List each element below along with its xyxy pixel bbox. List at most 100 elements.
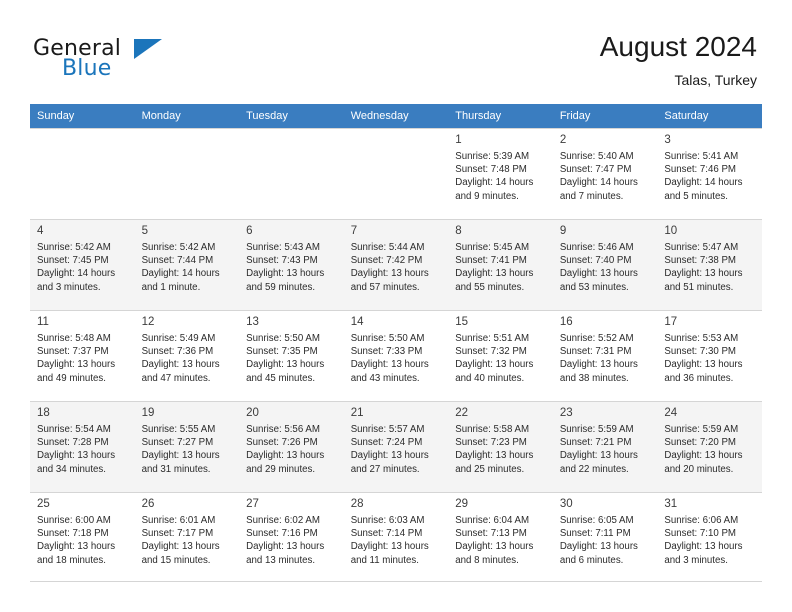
sunrise-text: Sunrise: 5:42 AM	[141, 242, 216, 253]
calendar-day-cell[interactable]: 29 Sunrise: 6:04 AM Sunset: 7:13 PM Dayligh…	[448, 492, 553, 583]
daylight-text-line1: Daylight: 14 hours	[141, 268, 220, 280]
daylight-text-line1: Daylight: 14 hours	[559, 177, 638, 189]
calendar-day-cell[interactable]: 14 Sunrise: 5:50 AM Sunset: 7:33 PM Dayligh…	[343, 310, 449, 401]
calendar-day-cell[interactable]: 27 Sunrise: 6:02 AM Sunset: 7:16 PM Dayligh…	[239, 492, 344, 583]
day-cell-inner: 27 Sunrise: 6:02 AM Sunset: 7:16 PM Dayligh…	[239, 492, 344, 583]
calendar-day-cell[interactable]: 1 Sunrise: 5:39 AM Sunset: 7:48 PM Daylight…	[448, 128, 553, 219]
day-details: Sunrise: 5:42 AM Sunset: 7:44 PM Daylight:…	[135, 240, 240, 294]
calendar-day-cell[interactable]: 12 Sunrise: 5:49 AM Sunset: 7:36 PM Dayligh…	[134, 310, 240, 401]
day-cell-inner: 1 Sunrise: 5:39 AM Sunset: 7:48 PM Daylight…	[448, 128, 553, 219]
day-cell-inner	[134, 128, 240, 219]
calendar-day-cell[interactable]: 7 Sunrise: 5:44 AM Sunset: 7:42 PM Daylight…	[343, 219, 449, 310]
calendar-day-cell[interactable]: 3 Sunrise: 5:41 AM Sunset: 7:46 PM Daylight…	[657, 128, 762, 219]
calendar-day-cell[interactable]: 5 Sunrise: 5:42 AM Sunset: 7:44 PM Daylight…	[134, 219, 240, 310]
calendar-day-cell[interactable]: 13 Sunrise: 5:50 AM Sunset: 7:35 PM Dayligh…	[239, 310, 344, 401]
sunset-text: Sunset: 7:31 PM	[559, 346, 632, 358]
sunrise-text: Sunrise: 6:06 AM	[664, 515, 739, 526]
day-details: Sunrise: 5:47 AM Sunset: 7:38 PM Daylight:…	[657, 240, 762, 294]
calendar-day-cell[interactable]: 28 Sunrise: 6:03 AM Sunset: 7:14 PM Dayligh…	[343, 492, 449, 583]
daylight-text-line2: and 43 minutes.	[350, 372, 420, 384]
calendar-cell-empty	[30, 128, 135, 219]
calendar-day-cell[interactable]: 8 Sunrise: 5:45 AM Sunset: 7:41 PM Daylight…	[448, 219, 553, 310]
day-cell-inner: 31 Sunrise: 6:06 AM Sunset: 7:10 PM Dayligh…	[657, 492, 762, 583]
sunrise-text: Sunrise: 5:41 AM	[664, 151, 739, 162]
day-details: Sunrise: 5:54 AM Sunset: 7:28 PM Daylight:…	[30, 422, 135, 476]
day-cell-inner: 3 Sunrise: 5:41 AM Sunset: 7:46 PM Daylight…	[657, 128, 762, 219]
sunrise-text: Sunrise: 5:42 AM	[37, 242, 111, 253]
sunset-text: Sunset: 7:35 PM	[246, 346, 318, 358]
calendar-day-cell[interactable]: 26 Sunrise: 6:01 AM Sunset: 7:17 PM Dayligh…	[134, 492, 240, 583]
calendar-day-cell[interactable]: 31 Sunrise: 6:06 AM Sunset: 7:10 PM Dayligh…	[657, 492, 762, 583]
calendar-day-cell[interactable]: 22 Sunrise: 5:58 AM Sunset: 7:23 PM Dayligh…	[448, 401, 553, 492]
day-cell-inner: 14 Sunrise: 5:50 AM Sunset: 7:33 PM Dayligh…	[343, 310, 449, 401]
calendar-day-cell[interactable]: 21 Sunrise: 5:57 AM Sunset: 7:24 PM Dayligh…	[343, 401, 449, 492]
day-number: 6	[246, 225, 253, 237]
daylight-text-line1: Daylight: 13 hours	[664, 450, 743, 462]
day-cell-inner: 5 Sunrise: 5:42 AM Sunset: 7:44 PM Daylight…	[134, 219, 240, 310]
sunrise-text: Sunrise: 6:04 AM	[455, 515, 530, 526]
day-details: Sunrise: 5:55 AM Sunset: 7:27 PM Daylight:…	[135, 422, 240, 476]
day-number: 7	[350, 225, 358, 237]
calendar-day-cell[interactable]: 20 Sunrise: 5:56 AM Sunset: 7:26 PM Dayligh…	[239, 401, 344, 492]
day-number: 31	[664, 498, 678, 510]
day-number: 15	[455, 316, 469, 328]
sunset-text: Sunset: 7:21 PM	[559, 437, 632, 449]
day-details: Sunrise: 5:50 AM Sunset: 7:33 PM Daylight:…	[344, 331, 449, 385]
sunrise-text: Sunrise: 5:51 AM	[455, 333, 530, 344]
daylight-text-line1: Daylight: 13 hours	[246, 268, 325, 280]
day-cell-inner: 26 Sunrise: 6:01 AM Sunset: 7:17 PM Dayligh…	[134, 492, 240, 583]
calendar-week-row: 18 Sunrise: 5:54 AM Sunset: 7:28 PM Dayligh…	[30, 401, 762, 492]
day-details: Sunrise: 5:49 AM Sunset: 7:36 PM Daylight:…	[135, 331, 240, 385]
calendar-day-cell[interactable]: 18 Sunrise: 5:54 AM Sunset: 7:28 PM Dayligh…	[30, 401, 135, 492]
sunrise-text: Sunrise: 6:02 AM	[246, 515, 320, 526]
calendar-week-row: 25 Sunrise: 6:00 AM Sunset: 7:18 PM Dayligh…	[30, 492, 762, 583]
day-number: 24	[664, 407, 678, 419]
sunrise-text: Sunrise: 5:54 AM	[37, 424, 111, 435]
day-cell-inner: 18 Sunrise: 5:54 AM Sunset: 7:28 PM Dayligh…	[30, 401, 135, 492]
daylight-text-line1: Daylight: 13 hours	[664, 268, 743, 280]
calendar-day-cell[interactable]: 2 Sunrise: 5:40 AM Sunset: 7:47 PM Daylight…	[552, 128, 658, 219]
calendar-day-cell[interactable]: 23 Sunrise: 5:59 AM Sunset: 7:21 PM Dayligh…	[552, 401, 658, 492]
calendar-day-cell[interactable]: 6 Sunrise: 5:43 AM Sunset: 7:43 PM Daylight…	[239, 219, 344, 310]
brand-logo[interactable]: General Blue	[33, 36, 263, 88]
daylight-text-line2: and 13 minutes.	[246, 554, 316, 566]
daylight-text-line1: Daylight: 13 hours	[141, 541, 220, 553]
daylight-text-line1: Daylight: 13 hours	[141, 450, 220, 462]
day-cell-inner	[30, 128, 135, 219]
day-number: 22	[455, 407, 469, 419]
day-number: 8	[455, 225, 462, 237]
calendar-day-cell[interactable]: 19 Sunrise: 5:55 AM Sunset: 7:27 PM Dayligh…	[134, 401, 240, 492]
calendar-day-cell[interactable]: 25 Sunrise: 6:00 AM Sunset: 7:18 PM Dayligh…	[30, 492, 135, 583]
calendar-day-cell[interactable]: 9 Sunrise: 5:46 AM Sunset: 7:40 PM Daylight…	[552, 219, 658, 310]
sunset-text: Sunset: 7:18 PM	[37, 528, 109, 540]
sunrise-text: Sunrise: 5:56 AM	[246, 424, 320, 435]
sunrise-text: Sunrise: 5:50 AM	[350, 333, 425, 344]
daylight-text-line1: Daylight: 13 hours	[141, 359, 220, 371]
day-cell-inner: 23 Sunrise: 5:59 AM Sunset: 7:21 PM Dayligh…	[552, 401, 658, 492]
daylight-text-line1: Daylight: 13 hours	[37, 541, 116, 553]
daylight-text-line2: and 15 minutes.	[141, 554, 211, 566]
day-number: 19	[141, 407, 155, 419]
day-details: Sunrise: 5:59 AM Sunset: 7:21 PM Daylight:…	[553, 422, 658, 476]
calendar-day-cell[interactable]: 17 Sunrise: 5:53 AM Sunset: 7:30 PM Dayligh…	[657, 310, 762, 401]
sunset-text: Sunset: 7:48 PM	[455, 164, 527, 176]
day-number: 11	[37, 316, 49, 328]
calendar-day-cell[interactable]: 16 Sunrise: 5:52 AM Sunset: 7:31 PM Dayligh…	[552, 310, 658, 401]
calendar-day-cell[interactable]: 30 Sunrise: 6:05 AM Sunset: 7:11 PM Dayligh…	[552, 492, 658, 583]
calendar-day-cell[interactable]: 11 Sunrise: 5:48 AM Sunset: 7:37 PM Dayligh…	[30, 310, 135, 401]
day-number: 23	[559, 407, 573, 419]
daylight-text-line2: and 59 minutes.	[246, 281, 316, 293]
calendar-day-cell[interactable]: 4 Sunrise: 5:42 AM Sunset: 7:45 PM Daylight…	[30, 219, 135, 310]
daylight-text-line1: Daylight: 14 hours	[664, 177, 743, 189]
calendar-day-cell[interactable]: 24 Sunrise: 5:59 AM Sunset: 7:20 PM Dayligh…	[657, 401, 762, 492]
page-subtitle: Talas, Turkey	[674, 72, 757, 88]
daylight-text-line2: and 45 minutes.	[246, 372, 316, 384]
sunrise-text: Sunrise: 5:49 AM	[141, 333, 216, 344]
calendar-week-row: 11 Sunrise: 5:48 AM Sunset: 7:37 PM Dayligh…	[30, 310, 762, 401]
daylight-text-line1: Daylight: 13 hours	[37, 359, 116, 371]
calendar-day-cell[interactable]: 15 Sunrise: 5:51 AM Sunset: 7:32 PM Dayligh…	[448, 310, 553, 401]
sunrise-text: Sunrise: 5:46 AM	[559, 242, 634, 253]
sunset-text: Sunset: 7:43 PM	[246, 255, 318, 267]
daylight-text-line2: and 11 minutes.	[350, 554, 419, 566]
calendar-day-cell[interactable]: 10 Sunrise: 5:47 AM Sunset: 7:38 PM Dayligh…	[657, 219, 762, 310]
